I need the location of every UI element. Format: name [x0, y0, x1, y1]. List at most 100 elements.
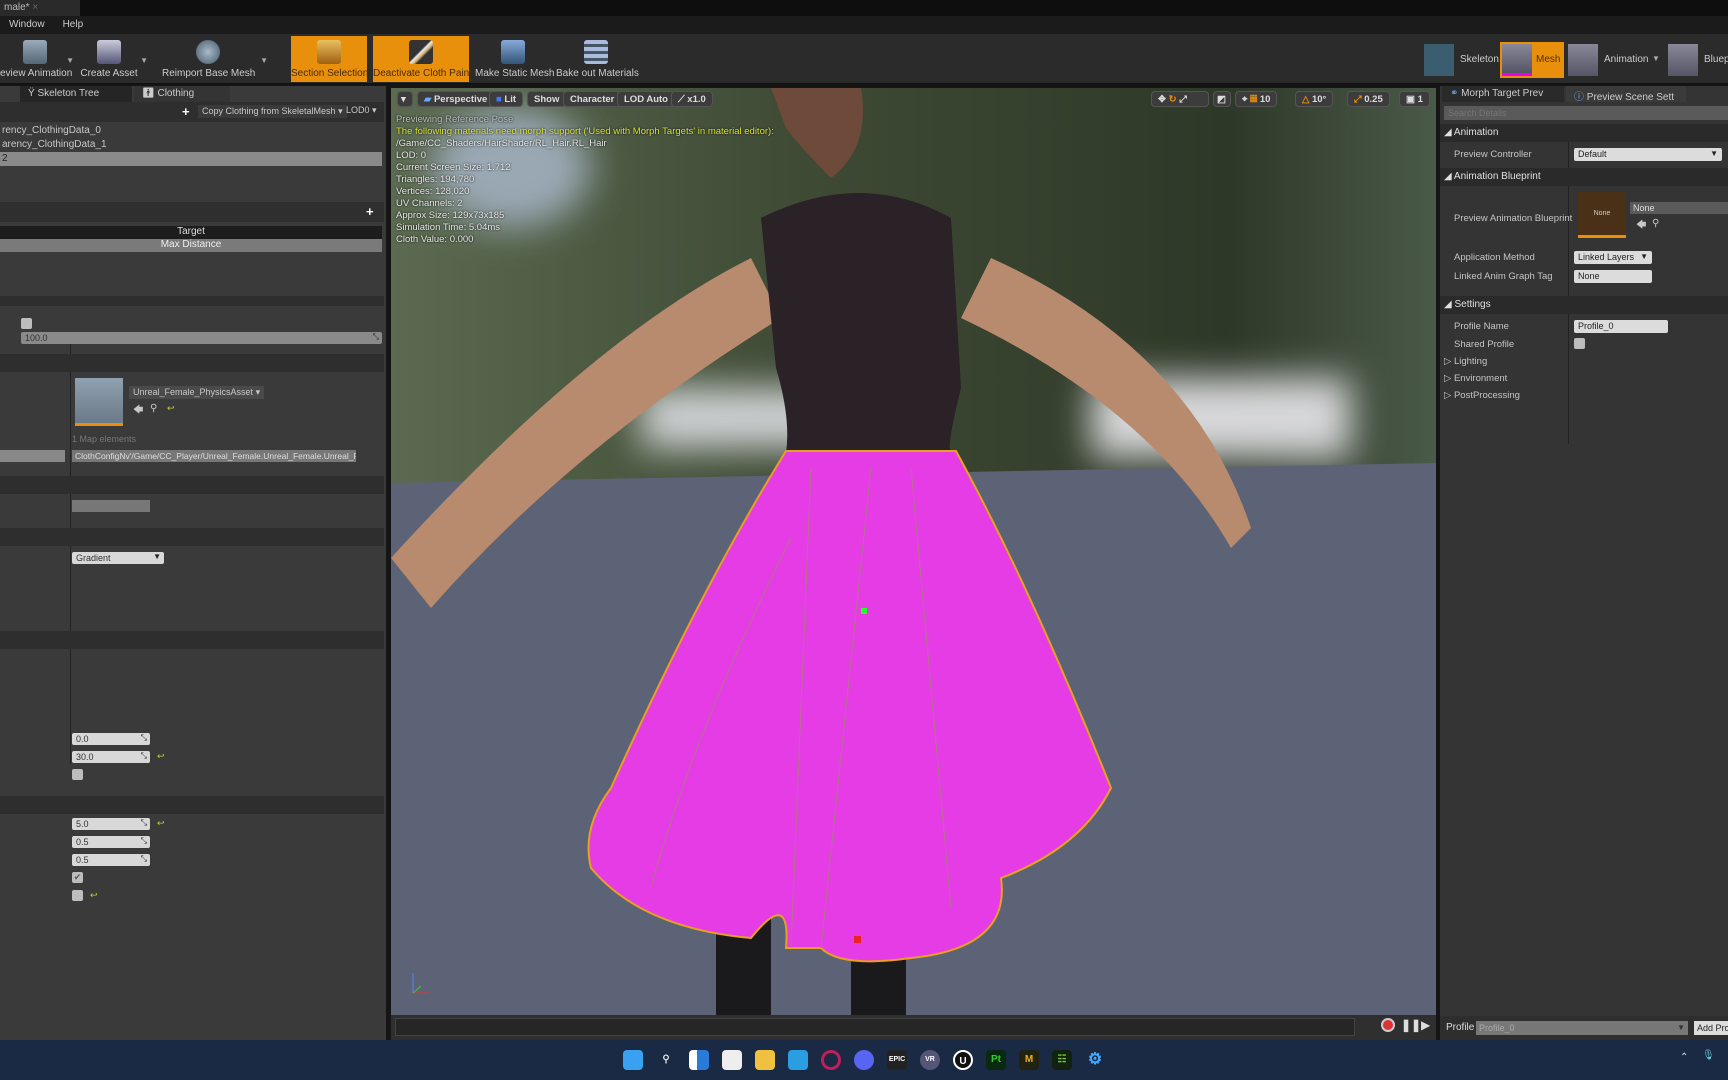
- section-lighting[interactable]: ▷ Lighting: [1444, 356, 1487, 367]
- world-local-icon[interactable]: ◩: [1213, 91, 1231, 107]
- physics-asset-thumbnail[interactable]: [75, 378, 123, 426]
- section-selection-button[interactable]: Section Selection: [291, 36, 368, 82]
- reset-icon[interactable]: ↩: [90, 890, 98, 901]
- map-key[interactable]: [0, 450, 65, 462]
- chevron-down-icon[interactable]: ▼: [140, 56, 148, 65]
- lod-auto-button[interactable]: LOD Auto: [617, 91, 675, 107]
- anim-bp-value[interactable]: None: [1630, 202, 1728, 214]
- microphone-icon[interactable]: 🎙︎: [1702, 1050, 1715, 1061]
- discord-icon[interactable]: [854, 1050, 874, 1070]
- angle-snap[interactable]: △ 10°: [1295, 91, 1334, 107]
- profile-dropdown[interactable]: Profile_0 ▼: [1476, 1021, 1688, 1035]
- playback-speed-button[interactable]: ⟋ x1.0: [671, 91, 713, 107]
- chevron-up-icon[interactable]: ⌃: [1680, 1052, 1688, 1063]
- viewport-options-button[interactable]: ▾: [397, 91, 413, 107]
- search-icon[interactable]: ⚲: [656, 1050, 676, 1070]
- task-view-icon[interactable]: [689, 1050, 709, 1070]
- lit-button[interactable]: ■ Lit: [489, 91, 523, 107]
- profile-name-input[interactable]: Profile_0: [1574, 320, 1668, 333]
- windows-start-icon[interactable]: [623, 1050, 643, 1070]
- blueprint-mode-icon[interactable]: [1668, 44, 1698, 76]
- epic-games-icon[interactable]: EPIC: [887, 1050, 907, 1070]
- step-forward-icon[interactable]: ▶: [1421, 1018, 1430, 1032]
- deactivate-cloth-paint-button[interactable]: Deactivate Cloth Paint: [373, 36, 472, 82]
- linked-anim-graph-tag-input[interactable]: None: [1574, 270, 1652, 283]
- preview-controller-dropdown[interactable]: Default ▼: [1574, 148, 1722, 161]
- move-icon[interactable]: ✥: [1158, 94, 1166, 105]
- pause-icon[interactable]: ❚❚: [1401, 1018, 1421, 1032]
- menu-help[interactable]: Help: [54, 16, 93, 33]
- plus-icon[interactable]: +: [182, 104, 190, 119]
- checkbox[interactable]: [72, 769, 83, 780]
- camera-speed[interactable]: ▣ 1: [1399, 91, 1430, 107]
- lod-dropdown[interactable]: LOD0 ▾: [346, 105, 377, 116]
- reset-icon[interactable]: ↩: [157, 818, 165, 829]
- viewport[interactable]: ▾ ▰ Perspective ■ Lit Show Character LOD…: [391, 88, 1436, 1015]
- scale-icon[interactable]: ⤢: [1179, 94, 1187, 105]
- create-asset-button[interactable]: Create Asset ▼: [78, 36, 148, 82]
- list-item[interactable]: arency_ClothingData_1: [0, 138, 384, 152]
- section-environment[interactable]: ▷ Environment: [1444, 373, 1507, 384]
- number-slider[interactable]: 0.5 ⤡: [72, 854, 150, 866]
- tab-clothing[interactable]: 🚹︎ Clothing: [134, 86, 230, 102]
- timeline-scrubber[interactable]: [395, 1018, 1355, 1036]
- mail-icon[interactable]: [788, 1050, 808, 1070]
- reset-icon[interactable]: ↩: [157, 751, 165, 762]
- opera-icon[interactable]: [821, 1050, 841, 1070]
- snipping-tool-icon[interactable]: [722, 1050, 742, 1070]
- checkbox[interactable]: [21, 318, 32, 329]
- show-button[interactable]: Show: [527, 91, 567, 107]
- reimport-base-mesh-button[interactable]: Reimport Base Mesh ▼: [162, 36, 268, 82]
- checkbox[interactable]: [72, 890, 83, 901]
- menu-window[interactable]: Window: [0, 16, 54, 33]
- substance-painter-icon[interactable]: Pt: [986, 1050, 1006, 1070]
- preview-animation-button[interactable]: eview Animation ▼: [0, 36, 74, 82]
- checkbox-checked[interactable]: ✔: [72, 872, 83, 883]
- tab-skeleton-tree[interactable]: Ÿ Skeleton Tree: [20, 86, 132, 102]
- cloth-config-value[interactable]: ClothConfigNv'/Game/CC_Player/Unreal_Fem…: [72, 450, 356, 462]
- transform-tools[interactable]: ✥ ↻ ⤢: [1151, 91, 1209, 107]
- nvidia-broadcast-icon[interactable]: ☷: [1052, 1050, 1072, 1070]
- gradient-dropdown[interactable]: Gradient ▼: [72, 552, 164, 564]
- copy-clothing-dropdown[interactable]: Copy Clothing from SkeletalMesh ▾: [198, 105, 347, 118]
- make-static-mesh-button[interactable]: Make Static Mesh: [475, 36, 554, 82]
- search-icon[interactable]: ⚲: [150, 403, 157, 414]
- bake-out-materials-button[interactable]: Bake out Materials: [556, 36, 639, 82]
- scale-snap[interactable]: ⤢ 0.25: [1347, 91, 1390, 107]
- vr-icon[interactable]: VR: [920, 1050, 940, 1070]
- use-selected-icon[interactable]: 🡄: [133, 403, 143, 420]
- use-selected-icon[interactable]: 🡄: [1636, 218, 1646, 235]
- settings-icon[interactable]: ⚙: [1085, 1050, 1105, 1070]
- number-field[interactable]: 30.0 ⤡: [72, 751, 150, 763]
- plus-icon[interactable]: +: [366, 204, 374, 219]
- reset-icon[interactable]: ↩: [167, 403, 175, 414]
- number-slider[interactable]: 0.5 ⤡: [72, 836, 150, 848]
- mode-blueprint[interactable]: Bluep: [1704, 54, 1728, 65]
- section-settings[interactable]: ◢ Settings: [1440, 296, 1728, 314]
- mode-mesh[interactable]: Mesh: [1500, 42, 1564, 78]
- skeleton-mode-icon[interactable]: [1424, 44, 1454, 76]
- perspective-button[interactable]: ▰ Perspective: [417, 91, 495, 107]
- section-animation-blueprint[interactable]: ◢ Animation Blueprint: [1440, 168, 1728, 186]
- search-details-input[interactable]: [1444, 106, 1728, 120]
- search-icon[interactable]: ⚲: [1652, 218, 1659, 229]
- application-method-dropdown[interactable]: Linked Layers ▼: [1574, 251, 1652, 264]
- add-profile-button[interactable]: Add Pro: [1694, 1021, 1728, 1035]
- grid-snap[interactable]: ⌖ ▦ 10: [1235, 91, 1278, 107]
- chevron-down-icon[interactable]: ▼: [260, 56, 268, 65]
- mode-animation[interactable]: Animation: [1604, 54, 1648, 65]
- chevron-down-icon[interactable]: ▼: [1652, 54, 1660, 63]
- rotate-icon[interactable]: ↻: [1169, 94, 1177, 105]
- character-button[interactable]: Character: [563, 91, 622, 107]
- shared-profile-checkbox[interactable]: [1574, 338, 1585, 349]
- value-slider[interactable]: 100.0 ⤡: [21, 332, 382, 344]
- number-field[interactable]: 0.0 ⤡: [72, 733, 150, 745]
- target-max-distance[interactable]: Max Distance: [0, 239, 382, 252]
- record-icon[interactable]: [1381, 1018, 1395, 1032]
- section-animation[interactable]: ◢ Animation: [1440, 124, 1728, 142]
- chevron-down-icon[interactable]: ▼: [66, 56, 74, 65]
- animation-mode-icon[interactable]: [1568, 44, 1598, 76]
- section-postprocessing[interactable]: ▷ PostProcessing: [1444, 390, 1520, 401]
- document-tab[interactable]: male* ×: [0, 0, 80, 16]
- close-icon[interactable]: ×: [32, 2, 38, 13]
